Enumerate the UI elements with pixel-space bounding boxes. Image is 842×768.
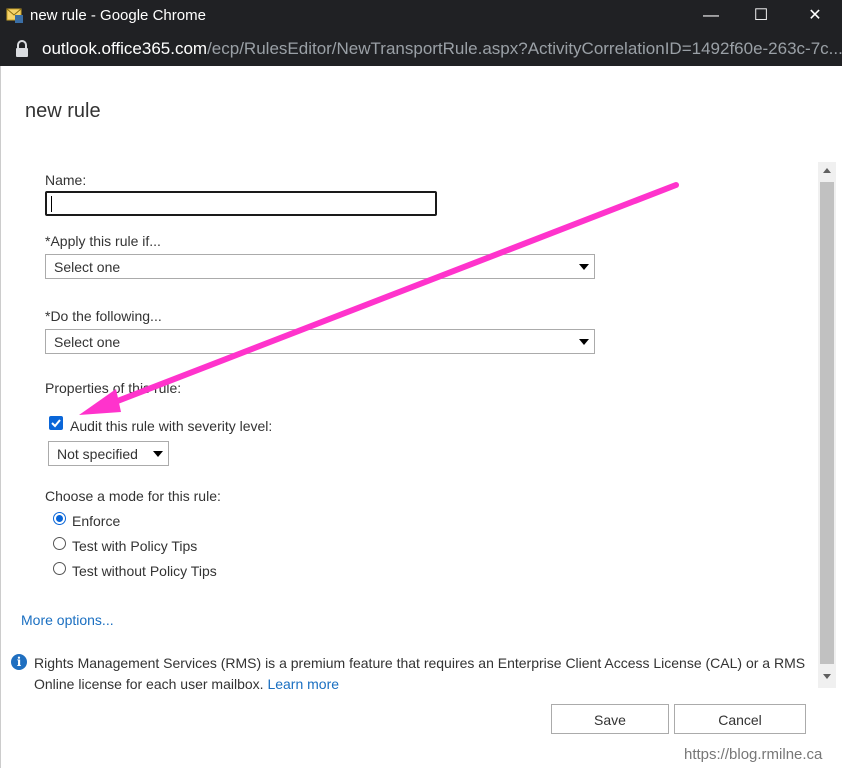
page-title: new rule (25, 100, 101, 122)
rms-info-body: Rights Management Services (RMS) is a pr… (34, 655, 806, 692)
do-following-label: *Do the following... (45, 308, 162, 324)
mode-test-without-tips-radio[interactable] (53, 562, 66, 575)
minimize-button[interactable]: — (688, 0, 734, 32)
properties-label: Properties of this rule: (45, 380, 182, 396)
save-button[interactable]: Save (551, 704, 669, 734)
mode-test-with-tips-radio[interactable] (53, 537, 66, 550)
window-title: new rule - Google Chrome (30, 7, 206, 24)
chevron-down-icon (579, 339, 589, 345)
url-path: /ecp/RulesEditor/NewTransportRule.aspx?A… (207, 39, 842, 58)
chevron-down-icon (579, 264, 589, 270)
apply-if-value: Select one (54, 259, 121, 275)
address-bar[interactable]: outlook.office365.com/ecp/RulesEditor/Ne… (0, 32, 842, 66)
url-text[interactable]: outlook.office365.com/ecp/RulesEditor/Ne… (42, 39, 842, 59)
mode-enforce-label: Enforce (72, 513, 121, 529)
scroll-down-icon[interactable] (823, 674, 831, 679)
close-button[interactable]: ✕ (792, 0, 838, 32)
apply-if-label: *Apply this rule if... (45, 233, 161, 249)
maximize-button[interactable]: ☐ (738, 0, 784, 32)
name-label: Name: (45, 172, 87, 188)
checkmark-icon (51, 419, 61, 428)
apply-if-select[interactable]: Select one (45, 254, 595, 279)
cancel-button[interactable]: Cancel (674, 704, 806, 734)
info-icon: i (11, 654, 27, 670)
audit-label: Audit this rule with severity level: (70, 418, 273, 434)
mode-test-without-tips-label: Test without Policy Tips (72, 563, 217, 579)
more-options-link[interactable]: More options... (21, 612, 114, 628)
name-input[interactable] (45, 191, 437, 216)
learn-more-link[interactable]: Learn more (267, 676, 339, 692)
scrollbar-thumb[interactable] (820, 182, 834, 664)
browser-titlebar: new rule - Google Chrome — ☐ ✕ (0, 0, 842, 32)
rms-info-text: Rights Management Services (RMS) is a pr… (34, 653, 814, 695)
text-caret (51, 196, 52, 212)
mode-enforce-radio[interactable] (53, 512, 66, 525)
watermark: https://blog.rmilne.ca (684, 746, 823, 763)
vertical-scrollbar[interactable] (818, 162, 836, 688)
chevron-down-icon (153, 451, 163, 457)
audit-checkbox[interactable] (49, 416, 63, 430)
do-following-select[interactable]: Select one (45, 329, 595, 354)
url-host: outlook.office365.com (42, 39, 208, 58)
severity-select[interactable]: Not specified (48, 441, 169, 466)
scroll-up-icon[interactable] (823, 168, 831, 173)
outlook-app-icon (6, 8, 23, 23)
mode-label: Choose a mode for this rule: (45, 488, 221, 504)
severity-value: Not specified (57, 446, 138, 462)
lock-icon (16, 40, 28, 57)
mode-test-with-tips-label: Test with Policy Tips (72, 538, 198, 554)
do-following-value: Select one (54, 334, 121, 350)
